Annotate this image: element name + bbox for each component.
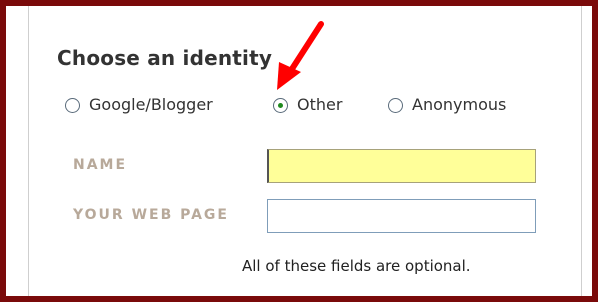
- radio-google-blogger[interactable]: [65, 98, 80, 113]
- radio-google-blogger-label[interactable]: Google/Blogger: [89, 95, 213, 114]
- radio-anonymous-label[interactable]: Anonymous: [412, 95, 506, 114]
- name-label: NAME: [73, 157, 128, 173]
- red-arrow-annotation: [277, 21, 324, 90]
- arrow-shaft: [287, 21, 324, 75]
- radio-anonymous[interactable]: [388, 98, 403, 113]
- arrow-head: [277, 62, 301, 90]
- webpage-label: YOUR WEB PAGE: [73, 207, 229, 223]
- webpage-input[interactable]: [267, 199, 536, 233]
- radio-other[interactable]: [273, 98, 288, 113]
- optional-note: All of these fields are optional.: [242, 257, 471, 275]
- radio-other-label[interactable]: Other: [297, 95, 342, 114]
- name-input[interactable]: [267, 149, 536, 183]
- identity-heading: Choose an identity: [57, 46, 273, 70]
